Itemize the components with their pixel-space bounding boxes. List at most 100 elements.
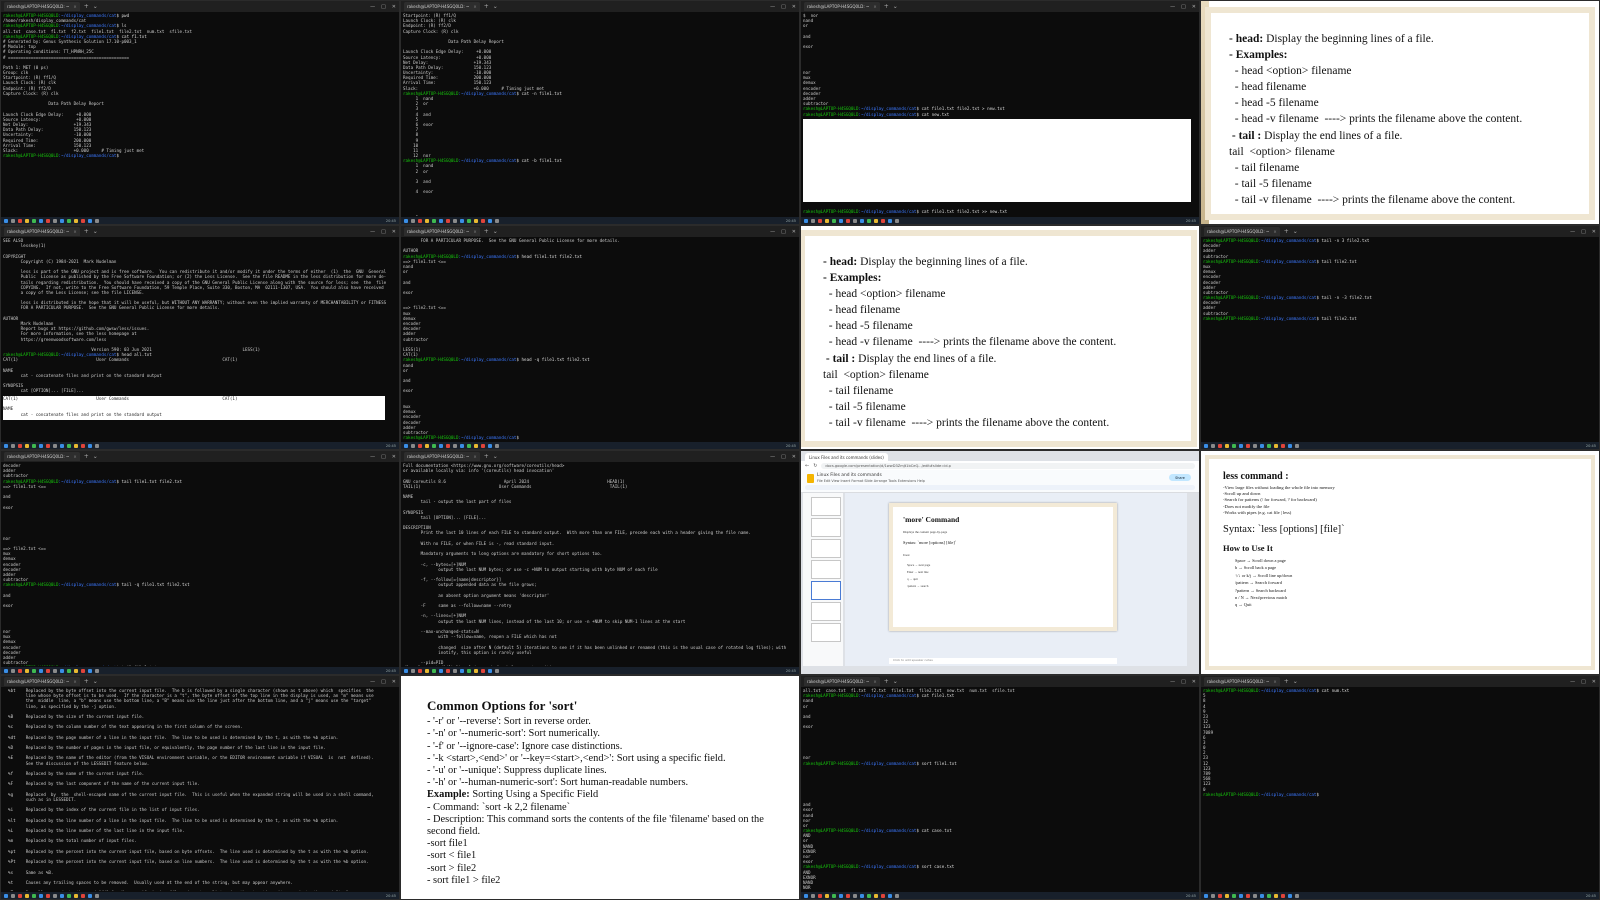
taskbar-app-icon[interactable]: [32, 893, 36, 898]
taskbar-app-icon[interactable]: [25, 218, 29, 223]
minimize-icon[interactable]: —: [370, 229, 375, 235]
taskbar-app-icon[interactable]: [439, 443, 443, 448]
terminal-pane[interactable]: rakesh@LAPTOP-H4SGQ0LD: ~ × + ⌄ — □ ✕ rakesh@LA…: [1200, 675, 1600, 900]
taskbar-app-icon[interactable]: [39, 443, 43, 448]
taskbar-app-icon[interactable]: [439, 218, 443, 223]
new-tab-icon[interactable]: +: [884, 3, 889, 10]
taskbar-app-icon[interactable]: [1295, 893, 1299, 898]
taskbar-app-icon[interactable]: [1211, 443, 1215, 448]
taskbar-app-icon[interactable]: [88, 218, 92, 223]
terminal-output[interactable]: FOR A PARTICULAR PURPOSE. See the GNU Ge…: [403, 238, 797, 441]
taskbar-app-icon[interactable]: [53, 893, 57, 898]
taskbar-app-icon[interactable]: [4, 443, 8, 448]
close-window-icon[interactable]: ✕: [792, 454, 796, 460]
taskbar-app-icon[interactable]: [1239, 443, 1243, 448]
slide-thumbnail-selected[interactable]: [811, 581, 841, 600]
taskbar-app-icon[interactable]: [832, 218, 836, 223]
taskbar-app-icon[interactable]: [474, 668, 478, 673]
terminal-output[interactable]: Startpoint: (R) ff1/Q Launch Clock: (R) c…: [403, 13, 797, 216]
taskbar-app-icon[interactable]: [95, 218, 99, 223]
chevron-down-icon[interactable]: ⌄: [493, 228, 498, 235]
taskbar-app-icon[interactable]: [25, 668, 29, 673]
taskbar-app-icon[interactable]: [60, 218, 64, 223]
taskbar-app-icon[interactable]: [18, 443, 22, 448]
taskbar-app-icon[interactable]: [11, 893, 15, 898]
minimize-icon[interactable]: —: [1170, 679, 1175, 685]
terminal-tab[interactable]: rakesh@LAPTOP-H4SGQ0LD: ~ ×: [4, 452, 80, 461]
minimize-icon[interactable]: —: [1170, 4, 1175, 10]
taskbar-app-icon[interactable]: [453, 668, 457, 673]
taskbar-app-icon[interactable]: [453, 443, 457, 448]
taskbar-app-icon[interactable]: [95, 443, 99, 448]
close-window-icon[interactable]: ✕: [392, 454, 396, 460]
minimize-icon[interactable]: —: [370, 454, 375, 460]
close-window-icon[interactable]: ✕: [392, 679, 396, 685]
taskbar-app-icon[interactable]: [46, 893, 50, 898]
taskbar-app-icon[interactable]: [1253, 893, 1257, 898]
terminal-pane[interactable]: rakesh@LAPTOP-H4SGQ0LD: ~ × + ⌄ — □ ✕ decoder ad…: [0, 450, 400, 675]
maximize-icon[interactable]: □: [1581, 229, 1586, 235]
new-tab-icon[interactable]: +: [484, 228, 489, 235]
taskbar-app-icon[interactable]: [874, 893, 878, 898]
taskbar-app-icon[interactable]: [488, 668, 492, 673]
taskbar-app-icon[interactable]: [1225, 893, 1229, 898]
minimize-icon[interactable]: —: [370, 679, 375, 685]
taskbar-app-icon[interactable]: [1218, 443, 1222, 448]
new-tab-icon[interactable]: +: [1284, 228, 1289, 235]
close-window-icon[interactable]: ✕: [392, 229, 396, 235]
close-tab-icon[interactable]: ×: [469, 229, 476, 234]
slide-thumbnails[interactable]: [803, 493, 843, 666]
terminal-tab[interactable]: rakesh@LAPTOP-H4SGQ0LD: ~ ×: [804, 2, 880, 11]
taskbar-app-icon[interactable]: [81, 443, 85, 448]
maximize-icon[interactable]: □: [1181, 4, 1186, 10]
close-window-icon[interactable]: ✕: [1192, 4, 1196, 10]
minimize-icon[interactable]: —: [770, 4, 775, 10]
taskbar-app-icon[interactable]: [18, 893, 22, 898]
taskbar-app-icon[interactable]: [18, 668, 22, 673]
new-tab-icon[interactable]: +: [84, 453, 89, 460]
taskbar-app-icon[interactable]: [1288, 893, 1292, 898]
close-window-icon[interactable]: ✕: [792, 229, 796, 235]
taskbar-app-icon[interactable]: [804, 218, 808, 223]
terminal-pane[interactable]: rakesh@LAPTOP-H4SGQ0LD: ~ × + ⌄ — □ ✕ $ nor nand…: [800, 0, 1200, 225]
back-icon[interactable]: ←: [805, 463, 809, 469]
slide-thumbnail[interactable]: [811, 518, 841, 537]
taskbar-app-icon[interactable]: [1260, 893, 1264, 898]
terminal-pane[interactable]: rakesh@LAPTOP-H4SGQ0LD: ~ × + ⌄ — □ ✕ Startpoin…: [400, 0, 800, 225]
taskbar-app-icon[interactable]: [39, 218, 43, 223]
chevron-down-icon[interactable]: ⌄: [893, 678, 898, 685]
taskbar-app-icon[interactable]: [404, 668, 408, 673]
taskbar-app-icon[interactable]: [839, 218, 843, 223]
taskbar-app-icon[interactable]: [1204, 443, 1208, 448]
chevron-down-icon[interactable]: ⌄: [493, 3, 498, 10]
terminal-output[interactable]: Full documentation <https://www.gnu.org/…: [403, 463, 797, 666]
maximize-icon[interactable]: □: [381, 679, 386, 685]
taskbar-app-icon[interactable]: [446, 218, 450, 223]
slide-thumbnail[interactable]: [811, 623, 841, 642]
taskbar-app-icon[interactable]: [95, 893, 99, 898]
taskbar-app-icon[interactable]: [418, 218, 422, 223]
taskbar-app-icon[interactable]: [81, 218, 85, 223]
taskbar-app-icon[interactable]: [4, 668, 8, 673]
terminal-tab[interactable]: rakesh@LAPTOP-H4SGQ0LD: ~ ×: [1204, 227, 1280, 236]
taskbar-app-icon[interactable]: [439, 668, 443, 673]
chevron-down-icon[interactable]: ⌄: [93, 228, 98, 235]
terminal-pane[interactable]: rakesh@LAPTOP-H4SGQ0LD: ~ × + ⌄ — □ ✕ rakesh@LA…: [0, 0, 400, 225]
taskbar-app-icon[interactable]: [418, 443, 422, 448]
taskbar-app-icon[interactable]: [881, 218, 885, 223]
taskbar-app-icon[interactable]: [32, 668, 36, 673]
reload-icon[interactable]: ↻: [813, 463, 817, 469]
taskbar-app-icon[interactable]: [867, 218, 871, 223]
current-slide[interactable]: 'more' Command Displays the content page…: [889, 503, 1117, 631]
taskbar-app-icon[interactable]: [474, 218, 478, 223]
taskbar-app-icon[interactable]: [495, 443, 499, 448]
taskbar-app-icon[interactable]: [867, 893, 871, 898]
chevron-down-icon[interactable]: ⌄: [493, 453, 498, 460]
taskbar-app-icon[interactable]: [1218, 893, 1222, 898]
close-tab-icon[interactable]: ×: [1269, 229, 1276, 234]
doc-title[interactable]: Linux Files and its commands: [817, 473, 882, 478]
taskbar-app-icon[interactable]: [81, 668, 85, 673]
taskbar-app-icon[interactable]: [4, 893, 8, 898]
new-tab-icon[interactable]: +: [884, 678, 889, 685]
slide-thumbnail[interactable]: [811, 602, 841, 621]
